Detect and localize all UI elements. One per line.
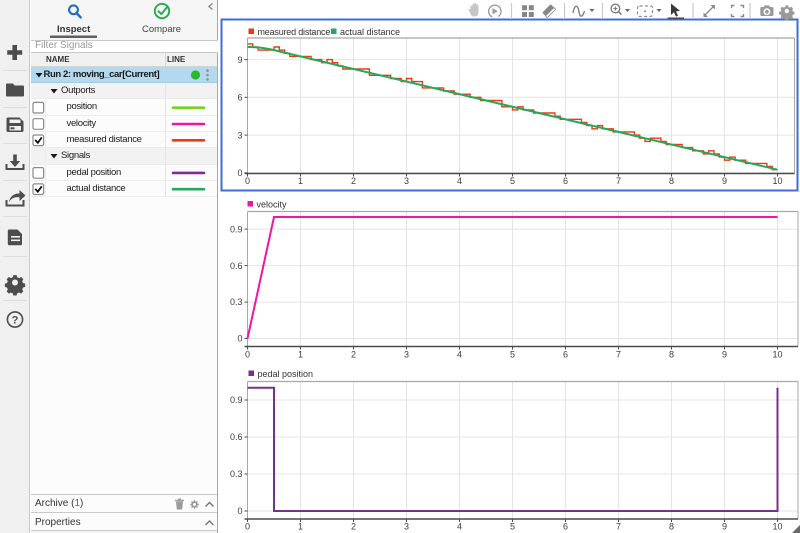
svg-text:9: 9	[237, 55, 242, 65]
svg-text:10: 10	[772, 522, 782, 532]
svg-text:10: 10	[772, 350, 782, 360]
svg-text:0: 0	[245, 176, 250, 186]
svg-text:4: 4	[457, 176, 462, 186]
svg-text:7: 7	[616, 176, 621, 186]
svg-text:1: 1	[298, 522, 303, 532]
svg-text:8: 8	[669, 522, 674, 532]
svg-text:9: 9	[722, 176, 727, 186]
svg-text:4: 4	[457, 350, 462, 360]
svg-text:5: 5	[510, 350, 515, 360]
svg-text:3: 3	[237, 130, 242, 140]
svg-text:?: ?	[12, 315, 19, 327]
svg-text:5: 5	[510, 176, 515, 186]
svg-text:4: 4	[457, 522, 462, 532]
svg-text:1: 1	[298, 176, 303, 186]
svg-text:6: 6	[563, 350, 568, 360]
svg-text:2: 2	[351, 522, 356, 532]
svg-text:3: 3	[404, 350, 409, 360]
svg-text:8: 8	[669, 350, 674, 360]
svg-text:actual distance: actual distance	[340, 27, 400, 37]
svg-text:9: 9	[722, 350, 727, 360]
svg-text:3: 3	[404, 176, 409, 186]
svg-text:8: 8	[669, 176, 674, 186]
svg-text:1: 1	[298, 350, 303, 360]
svg-text:0: 0	[245, 350, 250, 360]
svg-text:10: 10	[772, 176, 782, 186]
svg-text:7: 7	[616, 522, 621, 532]
svg-text:velocity: velocity	[257, 200, 288, 210]
svg-text:2: 2	[351, 350, 356, 360]
svg-text:5: 5	[510, 522, 515, 532]
svg-text:0.6: 0.6	[230, 261, 243, 271]
svg-text:measured distance: measured distance	[258, 27, 331, 37]
svg-text:6: 6	[237, 93, 242, 103]
svg-text:7: 7	[616, 350, 621, 360]
svg-text:3: 3	[404, 522, 409, 532]
svg-text:0: 0	[237, 168, 242, 178]
svg-text:0: 0	[237, 506, 242, 516]
svg-text:pedal position: pedal position	[258, 369, 314, 379]
svg-text:6: 6	[563, 522, 568, 532]
svg-text:0: 0	[245, 522, 250, 532]
svg-text:0.9: 0.9	[230, 395, 243, 405]
svg-text:0: 0	[237, 334, 242, 344]
svg-text:6: 6	[563, 176, 568, 186]
svg-text:0.3: 0.3	[230, 469, 243, 479]
svg-text:0.9: 0.9	[230, 224, 243, 234]
svg-text:9: 9	[722, 522, 727, 532]
svg-text:0.6: 0.6	[230, 432, 243, 442]
svg-text:2: 2	[351, 176, 356, 186]
svg-text:0.3: 0.3	[230, 297, 243, 307]
